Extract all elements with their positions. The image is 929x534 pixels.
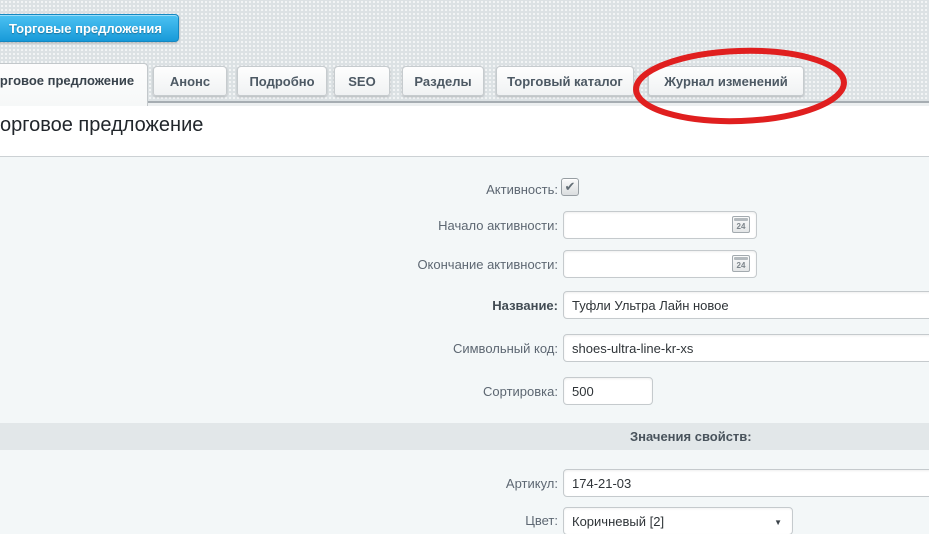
tab-label: Журнал изменений <box>664 74 788 89</box>
name-input[interactable] <box>563 291 929 319</box>
active-to-label: Окончание активности: <box>417 257 558 272</box>
active-to-input[interactable] <box>563 250 757 278</box>
check-icon: ✔ <box>565 180 576 193</box>
tab-details[interactable]: Подробно <box>237 66 327 96</box>
tab-change-log[interactable]: Журнал изменений <box>648 66 804 96</box>
tab-sections[interactable]: Разделы <box>402 66 484 96</box>
sort-label: Сортировка: <box>483 384 558 399</box>
tab-trade-offer-active[interactable]: рговое предложение <box>0 63 148 106</box>
tab-label: Анонс <box>170 74 210 89</box>
tab-label: SEO <box>348 74 375 89</box>
symbolic-code-input[interactable] <box>563 334 929 362</box>
active-from-label: Начало активности: <box>438 218 558 233</box>
calendar-icon-number: 24 <box>733 222 749 231</box>
page-title: орговое предложение <box>0 114 203 137</box>
name-label: Название: <box>492 298 558 313</box>
color-select[interactable]: Коричневый [2] ▼ <box>563 507 793 534</box>
color-select-value: Коричневый [2] <box>564 514 664 529</box>
activity-checkbox[interactable]: ✔ <box>561 178 579 196</box>
symbolic-code-label: Символьный код: <box>453 341 558 356</box>
tab-trade-catalog[interactable]: Торговый каталог <box>496 66 634 96</box>
sort-input[interactable] <box>563 377 653 405</box>
tab-seo[interactable]: SEO <box>334 66 390 96</box>
color-label: Цвет: <box>525 513 558 528</box>
calendar-icon[interactable]: 24 <box>732 216 750 233</box>
calendar-icon-number: 24 <box>733 261 749 270</box>
tab-announce[interactable]: Анонс <box>153 66 227 96</box>
admin-page: Торговые предложения рговое предложение … <box>0 0 929 534</box>
active-from-input[interactable] <box>563 211 757 239</box>
tab-label: Торговый каталог <box>507 74 623 89</box>
calendar-icon[interactable]: 24 <box>732 255 750 272</box>
article-label: Артикул: <box>506 476 558 491</box>
tab-label: Подробно <box>249 74 314 89</box>
tab-label: Разделы <box>414 74 471 89</box>
properties-section-title: Значения свойств: <box>630 423 752 450</box>
trade-offers-button[interactable]: Торговые предложения <box>0 14 179 42</box>
trade-offers-button-label: Торговые предложения <box>9 21 162 36</box>
properties-section-band: Значения свойств: <box>0 423 929 450</box>
chevron-down-icon: ▼ <box>774 518 782 527</box>
activity-label: Активность: <box>486 182 558 197</box>
article-input[interactable] <box>563 469 929 497</box>
tab-label: рговое предложение <box>0 73 134 88</box>
